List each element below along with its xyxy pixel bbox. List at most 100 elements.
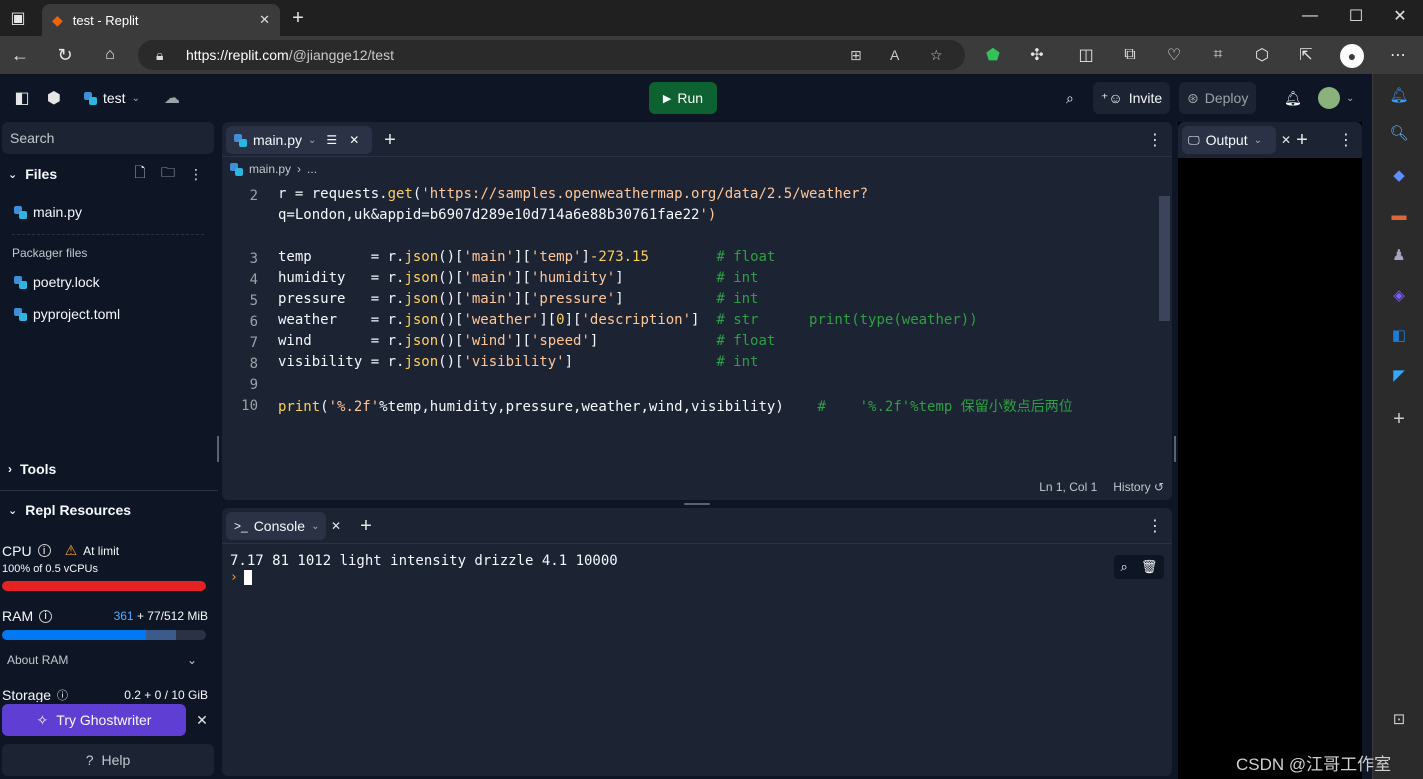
file-name: pyproject.toml (33, 306, 121, 322)
shopping-icon[interactable]: ◆ (1388, 164, 1410, 186)
repl-name: test (103, 90, 126, 106)
more-icon[interactable]: ⋯ (1388, 45, 1408, 65)
about-ram-toggle[interactable]: About RAM ⌄ (7, 653, 197, 667)
new-tab-icon[interactable]: + (288, 7, 308, 29)
refresh-icon[interactable]: ↻ (55, 45, 75, 65)
read-aloud-icon[interactable]: A (890, 47, 899, 63)
math-solver-icon[interactable]: ⌗ (1208, 45, 1228, 65)
kebab-menu-icon[interactable]: ⋮ (186, 164, 206, 184)
help-button[interactable]: ? Help (2, 744, 214, 776)
extensions-icon[interactable]: ✣ (1027, 45, 1047, 65)
breadcrumb-file[interactable]: main.py (249, 162, 291, 176)
code-line[interactable]: q=London,uk&appid=b6907d289e10d714a6e88b… (278, 207, 716, 223)
home-icon[interactable]: ⌂ (100, 45, 120, 65)
performance-icon[interactable]: ♡ (1164, 45, 1184, 65)
profile-avatar-icon[interactable]: ● (1340, 44, 1364, 68)
code-line[interactable]: temp = r.json()['main']['temp']-273.15 #… (278, 249, 775, 265)
back-icon[interactable]: ← (10, 45, 30, 65)
close-window-icon[interactable]: ✕ (1390, 6, 1410, 26)
close-tab-icon[interactable]: ✕ (326, 516, 346, 536)
add-tab-icon[interactable]: + (380, 129, 400, 151)
games-icon[interactable]: ♟ (1388, 244, 1410, 266)
tab-actions-icon[interactable]: ▣ (8, 8, 28, 28)
code-line[interactable]: weather = r.json()['weather'][0]['descri… (278, 312, 978, 328)
search-icon[interactable]: 🔍︎ (1388, 122, 1410, 144)
output-resize-handle[interactable] (1174, 436, 1176, 462)
tools-icon[interactable]: ▬ (1388, 204, 1410, 226)
cpu-status: At limit (83, 543, 120, 558)
info-icon[interactable]: i (39, 609, 53, 623)
code-line[interactable]: wind = r.json()['wind']['speed'] # float (278, 333, 775, 349)
breadcrumb-more[interactable]: ... (307, 162, 317, 176)
send-icon[interactable]: ◤ (1388, 364, 1410, 386)
code-line[interactable]: visibility = r.json()['visibility'] # in… (278, 354, 758, 370)
notifications-icon[interactable]: 🔔︎ (1388, 84, 1410, 106)
try-ghostwriter-button[interactable]: ✧ Try Ghostwriter (2, 704, 186, 736)
replit-logo-icon[interactable]: ⬢ (44, 88, 64, 108)
kebab-menu-icon[interactable]: ⋮ (1145, 130, 1165, 150)
file-item-main-py[interactable]: main.py (14, 204, 82, 220)
close-tab-icon[interactable]: ✕ (349, 133, 359, 147)
add-tab-icon[interactable]: + (356, 515, 376, 537)
split-screen-icon[interactable]: ◫ (1076, 45, 1096, 65)
add-sidebar-icon[interactable]: + (1388, 408, 1410, 430)
help-icon: ? (85, 752, 94, 768)
close-icon[interactable]: ✕ (192, 710, 212, 730)
apps-icon[interactable]: ⊞ (850, 47, 862, 64)
deploy-button[interactable]: ⊛ Deploy (1179, 82, 1257, 114)
cursor (243, 570, 252, 585)
customize-sidebar-icon[interactable]: ⊡ (1388, 708, 1410, 730)
code-line[interactable]: humidity = r.json()['main']['humidity'] … (278, 270, 759, 286)
info-icon[interactable]: ⓘ (57, 688, 68, 702)
minimize-icon[interactable]: — (1300, 6, 1320, 26)
tab-main-py[interactable]: main.py ⌄ ☰ ✕ (226, 126, 372, 154)
copilot-icon[interactable]: ◈ (1388, 284, 1410, 306)
history-button[interactable]: History ↺ (1113, 480, 1164, 494)
code-line[interactable]: pressure = r.json()['main']['pressure'] … (278, 291, 759, 307)
account-menu[interactable]: ⌄ (1310, 82, 1362, 114)
search-input[interactable]: Search (2, 122, 214, 154)
run-button[interactable]: ▶ Run (649, 82, 717, 114)
info-icon[interactable]: i (37, 544, 51, 557)
toggle-sidebar-icon[interactable]: ◧ (12, 88, 32, 108)
browser-tab[interactable]: ◆ test - Replit ✕ (42, 4, 280, 36)
file-item-poetry-lock[interactable]: poetry.lock (14, 274, 100, 290)
tab-output[interactable]: 🖵︎ Output ⌄ (1182, 126, 1276, 154)
cpu-row: CPU i ⚠ At limit (2, 542, 119, 559)
kebab-menu-icon[interactable]: ⋮ (1336, 130, 1356, 150)
trash-icon[interactable]: 🗑︎ (1141, 559, 1158, 575)
new-folder-icon[interactable]: 🗀︎ (158, 164, 178, 184)
search-button[interactable]: ⌕ (1058, 82, 1082, 114)
resources-header[interactable]: ⌄ Repl Resources (8, 502, 131, 518)
code-line[interactable]: print('%.2f'%temp,humidity,pressure,weat… (278, 396, 1073, 416)
cursor-position[interactable]: Ln 1, Col 1 (1039, 480, 1097, 494)
share-icon[interactable]: ⇱ (1296, 45, 1316, 65)
notifications-button[interactable]: 🔔︎ (1276, 82, 1310, 114)
shield-icon[interactable]: ⬟ (983, 45, 1003, 65)
add-tab-icon[interactable]: + (1292, 129, 1312, 151)
url-input[interactable]: 🔒︎ https://replit.com/@jiangge12/test ⊞ … (138, 40, 965, 70)
pane-resize-handle[interactable] (684, 503, 710, 505)
python-icon (14, 307, 27, 321)
search-icon[interactable]: ⌕ (1121, 559, 1128, 575)
kebab-menu-icon[interactable]: ⋮ (1145, 516, 1165, 536)
tab-console[interactable]: >_ Console ⌄ (226, 512, 326, 540)
files-header[interactable]: ⌄ Files (8, 166, 57, 182)
invite-button[interactable]: ⁺☺ Invite (1093, 82, 1171, 114)
file-item-pyproject-toml[interactable]: pyproject.toml (14, 306, 120, 322)
sidebar-resize-handle[interactable] (217, 436, 219, 462)
repl-name-button[interactable]: test ⌄ (84, 86, 140, 110)
close-tab-icon[interactable]: ✕ (259, 12, 270, 28)
collections-icon[interactable]: ⧉ (1120, 45, 1140, 65)
code-line[interactable]: r = requests.get('https://samples.openwe… (278, 186, 868, 202)
tools-header[interactable]: › Tools (8, 461, 56, 477)
favorite-star-icon[interactable]: ☆ (930, 47, 943, 64)
new-file-icon[interactable]: 🗋︎ (130, 164, 150, 184)
document-icon[interactable]: ☰ (326, 133, 337, 147)
cpu-usage-fill (2, 581, 206, 591)
browser-essentials-icon[interactable]: ⬡ (1252, 45, 1272, 65)
console-prompt[interactable]: › (230, 570, 252, 585)
editor-scrollbar[interactable] (1159, 196, 1170, 321)
maximize-icon[interactable]: ☐ (1346, 6, 1366, 26)
outlook-icon[interactable]: ◧ (1388, 324, 1410, 346)
